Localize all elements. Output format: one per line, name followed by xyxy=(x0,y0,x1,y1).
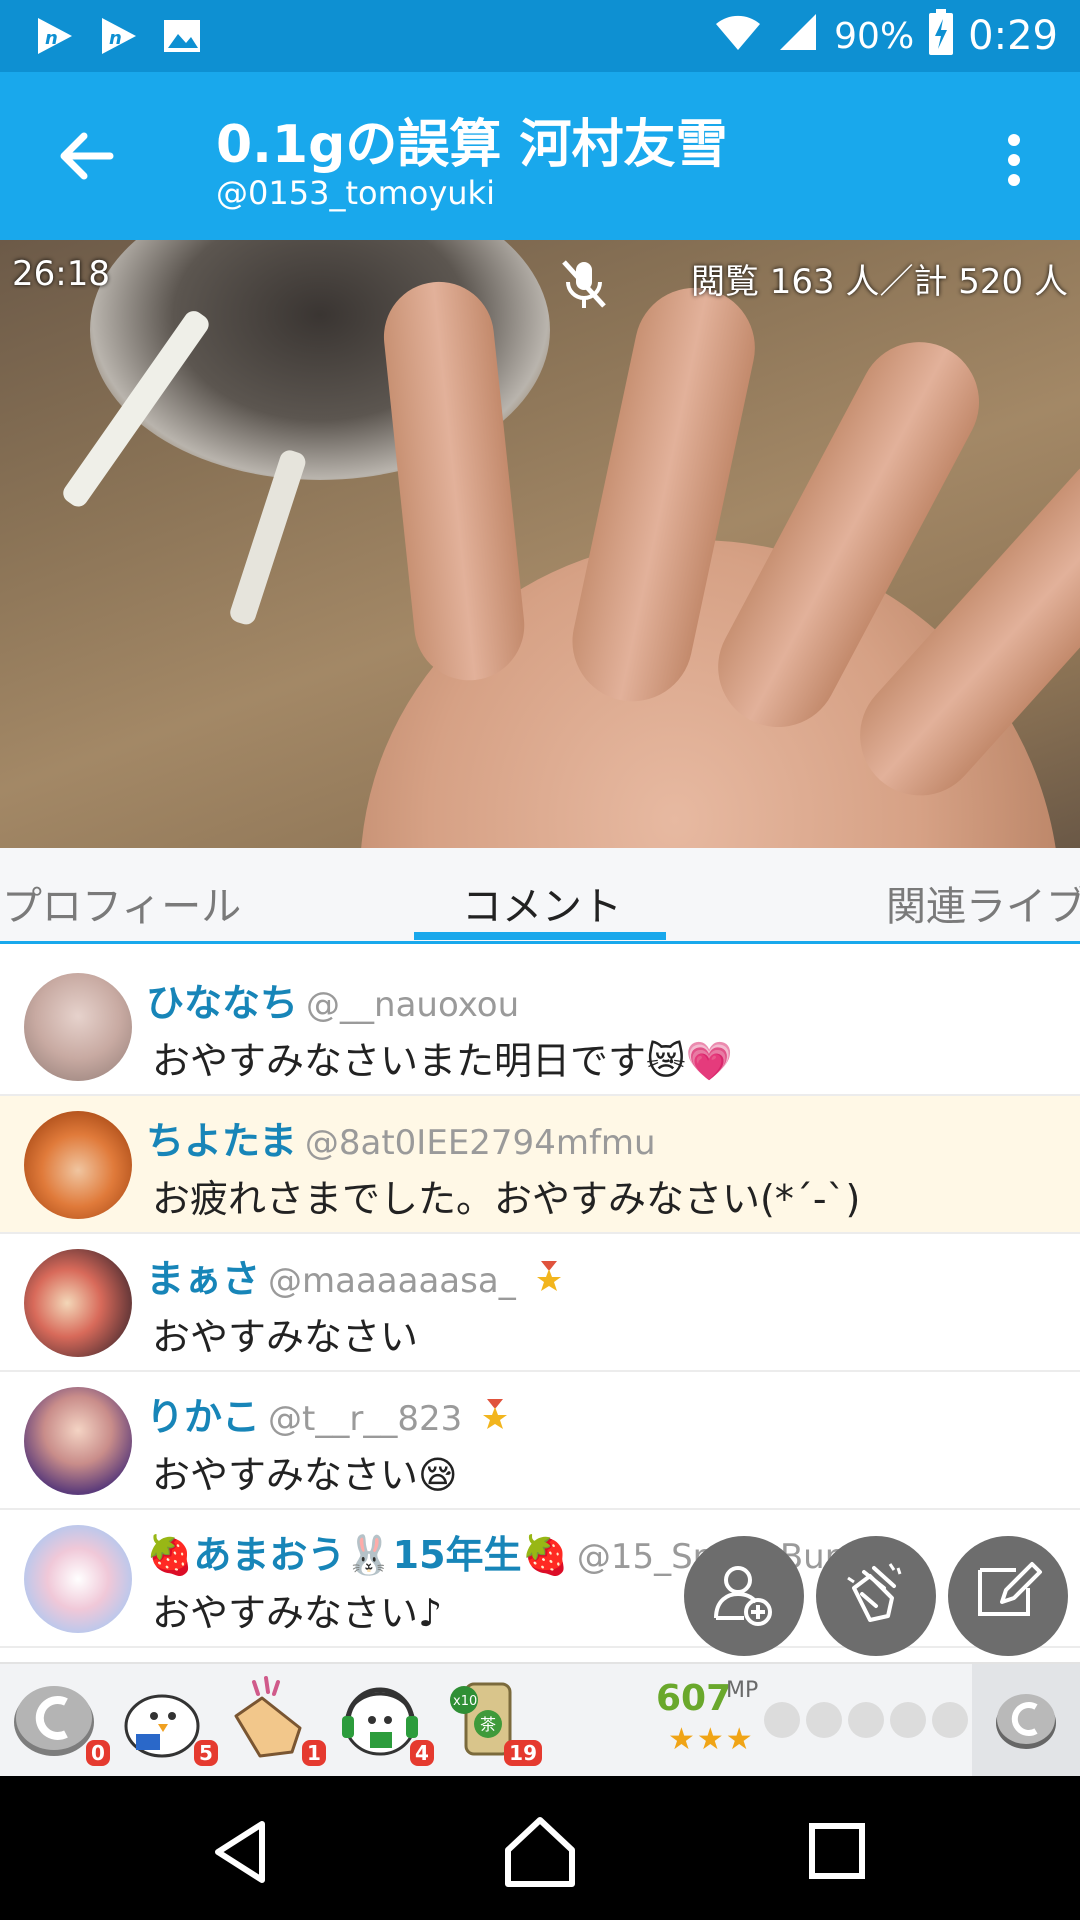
write-comment-button[interactable] xyxy=(948,1536,1068,1656)
signal-icon xyxy=(776,12,820,61)
app-bar: 0.1gの誤算 河村友雪 @0153_tomoyuki xyxy=(0,72,1080,240)
comment-username[interactable]: まぁさ @maaaaaasa_ xyxy=(146,1248,563,1304)
comment-text: おやすみなさい😪 xyxy=(152,1453,458,1497)
level-stars: ★★★ xyxy=(668,1722,755,1757)
image-icon xyxy=(160,14,204,58)
comment-item[interactable]: まぁさ @maaaaaasa_ おやすみなさい xyxy=(0,1234,1080,1372)
avatar[interactable] xyxy=(24,1249,132,1357)
page-title: 0.1gの誤算 河村友雪 xyxy=(216,115,728,175)
comment-handle: @__nauoxou xyxy=(306,985,520,1025)
mp-points: 607 xyxy=(656,1678,732,1719)
gift-count: 1 xyxy=(302,1740,326,1766)
progress-dot xyxy=(848,1702,884,1738)
svg-text:x10: x10 xyxy=(453,1694,477,1709)
gift-count: 19 xyxy=(504,1740,542,1766)
tab-comments[interactable]: コメント xyxy=(462,874,622,932)
gift-count: 0 xyxy=(86,1740,110,1766)
active-tab-indicator xyxy=(414,932,666,940)
tab-bar: プロフィール コメント 関連ライブ xyxy=(0,848,1080,944)
system-nav-bar xyxy=(0,1776,1080,1920)
back-triangle-icon[interactable] xyxy=(202,1812,282,1892)
wifi-icon xyxy=(714,12,762,61)
clock: 0:29 xyxy=(968,13,1058,59)
gift-count: 4 xyxy=(410,1740,434,1766)
bird-gift-icon[interactable]: 5 xyxy=(118,1672,218,1768)
avatar[interactable] xyxy=(24,1387,132,1495)
mic-muted-icon[interactable] xyxy=(556,256,612,312)
status-bar: n n 90% 0:29 xyxy=(0,0,1080,72)
comment-handle: @maaaaaasa_ xyxy=(268,1261,516,1301)
stream-elapsed-time: 26:18 xyxy=(12,254,110,294)
progress-dot xyxy=(764,1702,800,1738)
n-app-icon: n xyxy=(96,14,140,58)
comment-item[interactable]: りかこ @t__r__823 おやすみなさい😪 xyxy=(0,1372,1080,1510)
coin-shop-button[interactable] xyxy=(972,1664,1080,1776)
progress-dot xyxy=(890,1702,926,1738)
n-app-icon: n xyxy=(32,14,76,58)
compose-icon xyxy=(972,1558,1044,1634)
svg-text:n: n xyxy=(45,28,58,49)
comment-handle: @8at0IEE2794mfmu xyxy=(304,1123,656,1163)
comment-username[interactable]: ちよたま @8at0IEE2794mfmu xyxy=(146,1110,656,1165)
applause-button[interactable] xyxy=(816,1536,936,1656)
live-video-player[interactable]: 26:18 閲覧 163 人／計 520 人 xyxy=(0,240,1080,848)
svg-text:茶: 茶 xyxy=(480,1715,496,1734)
comment-item[interactable]: ちよたま @8at0IEE2794mfmu お疲れさまでした。おやすみなさい(*´… xyxy=(0,1096,1080,1234)
comment-username[interactable]: りかこ @t__r__823 xyxy=(146,1386,509,1442)
coin-c-icon xyxy=(991,1683,1061,1757)
avatar[interactable] xyxy=(24,1525,132,1633)
home-icon[interactable] xyxy=(500,1812,580,1892)
more-vert-icon[interactable] xyxy=(996,128,1032,192)
tea-can-gift-icon[interactable]: 茶 x10 19 xyxy=(442,1672,542,1768)
clap-icon xyxy=(840,1558,912,1634)
mp-unit: MP xyxy=(726,1678,759,1703)
recents-square-icon[interactable] xyxy=(798,1812,878,1892)
viewer-count: 閲覧 163 人／計 520 人 xyxy=(690,262,1068,302)
avatar[interactable] xyxy=(24,1111,132,1219)
battery-level: 90% xyxy=(834,15,915,57)
comment-text: お疲れさまでした。おやすみなさい(*´-`) xyxy=(152,1177,861,1221)
headphone-bird-gift-icon[interactable]: 4 xyxy=(334,1672,434,1768)
clap-gift-icon[interactable]: 1 xyxy=(226,1672,326,1768)
medal-icon xyxy=(535,1260,563,1304)
follow-button[interactable] xyxy=(684,1536,804,1656)
medal-icon xyxy=(481,1398,509,1442)
battery-charging-icon xyxy=(928,8,954,64)
broadcaster-handle: @0153_tomoyuki xyxy=(216,174,495,212)
back-arrow-icon[interactable] xyxy=(54,124,118,188)
avatar[interactable] xyxy=(24,973,132,1081)
comment-handle: @t__r__823 xyxy=(268,1399,463,1439)
progress-dot xyxy=(806,1702,842,1738)
gift-bar: 0 5 1 4 茶 x10 19 607 MP ★★★ xyxy=(0,1662,1080,1776)
svg-text:n: n xyxy=(109,28,122,49)
comment-username[interactable]: ひななち @__nauoxou xyxy=(146,972,519,1027)
coin-gift-icon[interactable]: 0 xyxy=(10,1672,110,1768)
add-user-icon xyxy=(708,1558,780,1634)
comment-text: おやすみなさい xyxy=(152,1315,419,1359)
gift-count: 5 xyxy=(194,1740,218,1766)
progress-dots xyxy=(764,1702,968,1738)
comment-text: おやすみなさい♪ xyxy=(152,1591,443,1635)
tab-profile[interactable]: プロフィール xyxy=(2,874,241,932)
comment-item[interactable]: ひななち @__nauoxou おやすみなさいまた明日です😿💗 xyxy=(0,958,1080,1096)
progress-dot xyxy=(932,1702,968,1738)
tab-related-live[interactable]: 関連ライブ xyxy=(886,874,1080,932)
comment-text: おやすみなさいまた明日です😿💗 xyxy=(152,1039,733,1083)
